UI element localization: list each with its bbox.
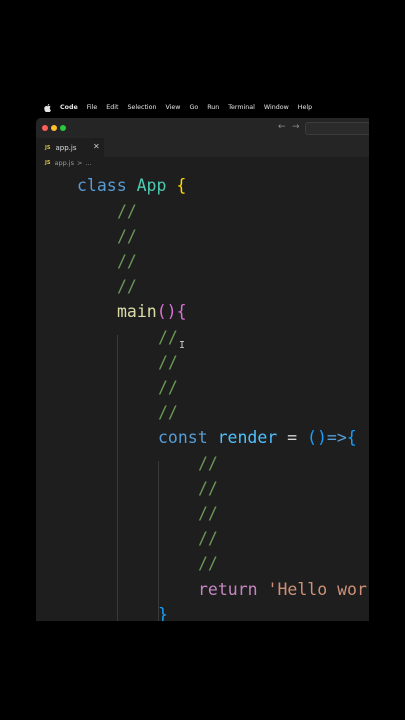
command-center-search[interactable] (305, 122, 369, 135)
breadcrumb: JS app.js > ... (36, 157, 369, 169)
indent-guide (158, 461, 159, 621)
apple-icon[interactable] (44, 103, 51, 112)
string-literal: 'Hello wor (267, 580, 367, 599)
closing-brace: } (158, 605, 168, 621)
keyword-return: return (198, 580, 258, 599)
code-line-main: main(){ (117, 299, 187, 324)
variable-name: render (217, 428, 278, 447)
breadcrumb-file[interactable]: app.js (54, 159, 74, 167)
code-line-render: const render = ()=>{ (158, 425, 357, 450)
breadcrumb-more[interactable]: ... (85, 159, 91, 167)
javascript-file-icon: JS (45, 144, 51, 151)
menu-file[interactable]: File (87, 104, 98, 111)
menu-app-name[interactable]: Code (60, 104, 78, 111)
method-name: main (117, 302, 157, 321)
arrow-operator: => (326, 428, 347, 447)
close-icon[interactable]: ✕ (93, 142, 100, 151)
text-cursor-icon: I (179, 340, 186, 351)
tab-app-js[interactable]: JS app.js ✕ (36, 138, 104, 157)
javascript-file-icon: JS (45, 160, 51, 166)
menu-bar: Code File Edit Selection View Go Run Ter… (36, 100, 369, 115)
breadcrumb-separator: > (76, 159, 83, 167)
menu-edit[interactable]: Edit (106, 104, 118, 111)
parens: () (156, 302, 177, 321)
code-line-1: class App { (77, 173, 186, 198)
operator: = (287, 428, 298, 447)
comment-line: // (198, 454, 218, 473)
menu-view[interactable]: View (166, 104, 181, 111)
brace: { (176, 176, 187, 195)
comment-line: // (117, 277, 137, 296)
title-bar: ← → (36, 118, 369, 139)
comment-line: // (198, 504, 218, 523)
close-window-button[interactable] (42, 125, 48, 131)
code-editor[interactable]: class App { // // // // main(){ // // //… (36, 172, 369, 621)
menu-go[interactable]: Go (189, 104, 198, 111)
menu-window[interactable]: Window (264, 104, 289, 111)
menu-run[interactable]: Run (207, 104, 219, 111)
comment-line: // (158, 353, 178, 372)
keyword-class: class (77, 176, 127, 195)
brace: { (176, 302, 187, 321)
menu-terminal[interactable]: Terminal (228, 104, 255, 111)
parens: () (307, 428, 327, 447)
arrow-right-icon[interactable]: → (292, 122, 300, 132)
comment-line: // (198, 554, 218, 573)
code-line-return: return 'Hello wor (198, 577, 367, 602)
menu-help[interactable]: Help (298, 104, 312, 111)
comment-line: // (158, 403, 178, 422)
comment-line: // (117, 227, 137, 246)
comment-line: // (198, 479, 218, 498)
brace: { (346, 428, 357, 447)
class-name: App (136, 176, 167, 195)
comment-line: // (158, 328, 178, 347)
tab-bar: JS app.js ✕ (36, 138, 369, 157)
minimize-window-button[interactable] (51, 125, 57, 131)
zoom-window-button[interactable] (60, 125, 66, 131)
arrow-left-icon[interactable]: ← (278, 122, 286, 132)
tab-label: app.js (55, 143, 77, 152)
menu-selection[interactable]: Selection (127, 104, 156, 111)
indent-guide (117, 335, 118, 621)
comment-line: // (117, 252, 137, 271)
comment-line: // (198, 529, 218, 548)
editor-window: ← → JS app.js ✕ JS app.js > ... class Ap… (36, 118, 369, 621)
comment-line: // (158, 378, 178, 397)
comment-line: // (117, 202, 137, 221)
keyword-const: const (158, 428, 208, 447)
